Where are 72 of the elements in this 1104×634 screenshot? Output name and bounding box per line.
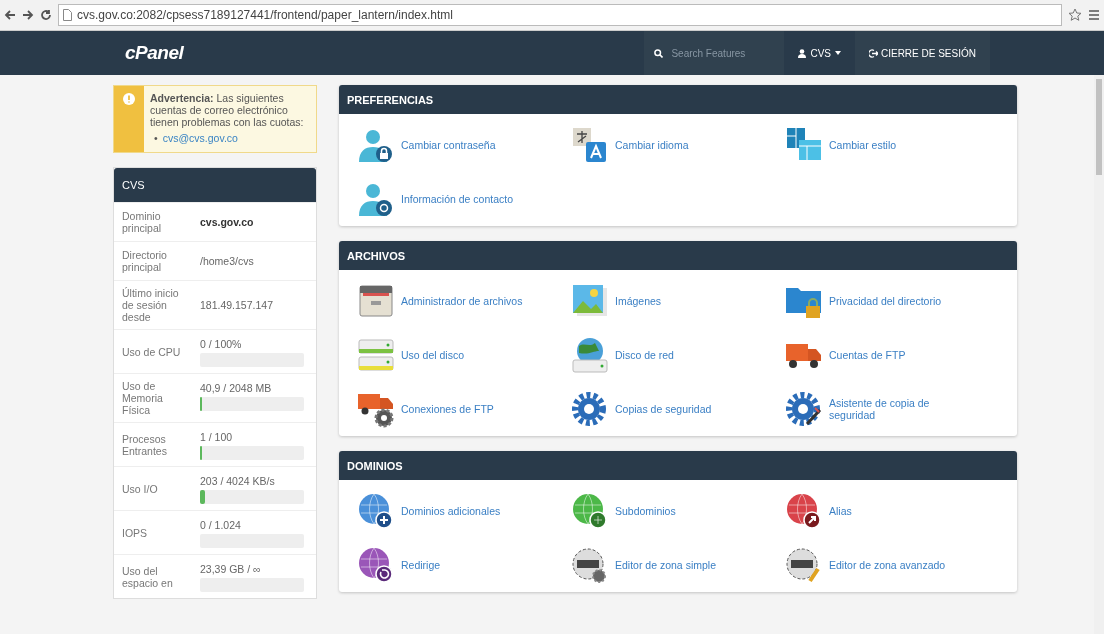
globe-redirect-icon: [357, 546, 395, 584]
stat-value: 23,39 GB / ∞: [200, 563, 262, 575]
forward-icon[interactable]: [22, 9, 34, 21]
stat-value: 1 / 100: [200, 431, 234, 443]
stat-value: cvs.gov.co: [200, 216, 255, 228]
disks-icon: [357, 336, 395, 374]
feature-link[interactable]: Privacidad del directorio: [785, 282, 999, 320]
scrollbar[interactable]: [1094, 75, 1104, 634]
feature-link[interactable]: Cambiar estilo: [785, 126, 999, 164]
stat-label: Uso del espacio en: [122, 564, 174, 589]
feature-link[interactable]: Asistente de copia de seguridad: [785, 390, 999, 428]
star-icon[interactable]: [1068, 8, 1082, 22]
feature-link[interactable]: Imágenes: [571, 282, 785, 320]
backup-wizard-icon: [785, 390, 823, 428]
stat-label: Último inicio de sesión desde: [122, 287, 180, 323]
email-link[interactable]: cvs@cvs.gov.co: [162, 132, 238, 144]
back-icon[interactable]: [4, 9, 16, 21]
globe-plus-icon: [357, 492, 395, 530]
feature-link[interactable]: Editor de zona avanzado: [785, 546, 999, 584]
net-disk-icon: [571, 336, 609, 374]
stat-label: Uso I/O: [122, 482, 159, 495]
feature-link[interactable]: Cambiar idioma: [571, 126, 785, 164]
stat-value: 0 / 1.024: [200, 519, 242, 531]
feature-link[interactable]: Administrador de archivos: [357, 282, 571, 320]
feature-link[interactable]: Editor de zona simple: [571, 546, 785, 584]
section-title: PREFERENCIAS: [347, 93, 434, 106]
reload-icon[interactable]: [40, 9, 52, 21]
feature-link[interactable]: Uso del disco: [357, 336, 571, 374]
language-icon: [571, 126, 609, 164]
cpanel-logo[interactable]: cPanel: [125, 42, 645, 64]
stat-label: Directorio principal: [122, 249, 168, 273]
section-title: ARCHIVOS: [347, 249, 406, 262]
cabinet-icon: [357, 282, 395, 320]
address-bar[interactable]: cvs.gov.co:2082/cpsess7189127441/frontend/paper_lantern/index.html: [58, 4, 1062, 26]
user-icon: [798, 48, 807, 58]
feature-link[interactable]: Disco de red: [571, 336, 785, 374]
feature-link[interactable]: Redirige: [357, 546, 571, 584]
feature-link[interactable]: Subdominios: [571, 492, 785, 530]
stat-label: IOPS: [122, 526, 149, 539]
user-menu[interactable]: CVS: [784, 47, 855, 59]
bullet: •: [154, 132, 158, 144]
stat-label: Dominio principal: [122, 210, 163, 234]
feature-link[interactable]: Alias: [785, 492, 999, 530]
feature-link[interactable]: Conexiones de FTP: [357, 390, 571, 428]
stat-value: 40,9 / 2048 MB: [200, 382, 273, 394]
caret-icon: [834, 51, 841, 55]
stat-value: /home3/cvs: [200, 255, 255, 267]
stat-label: Uso de CPU: [122, 345, 182, 358]
panel-title: CVS: [122, 179, 145, 191]
feature-link[interactable]: Copias de seguridad: [571, 390, 785, 428]
section-title: DOMINIOS: [347, 459, 403, 472]
logout-button[interactable]: CIERRE DE SESIÓN: [854, 31, 990, 75]
stat-value: 181.49.157.147: [200, 299, 274, 311]
search-icon: [654, 48, 664, 58]
feature-link[interactable]: Dominios adicionales: [357, 492, 571, 530]
stat-value: 203 / 4024 KB/s: [200, 475, 276, 487]
exclamation-icon: [123, 93, 135, 105]
logout-icon: [868, 48, 878, 58]
globe-alias-icon: [785, 492, 823, 530]
stat-label: Uso de Memoria Física: [122, 380, 164, 416]
globe-sub-icon: [571, 492, 609, 530]
url-text: cvs.gov.co:2082/cpsess7189127441/frontend/paper_lantern/index.html: [77, 8, 454, 22]
feature-link[interactable]: Cuentas de FTP: [785, 336, 999, 374]
backup-icon: [571, 390, 609, 428]
search-field[interactable]: Search Features: [669, 46, 764, 60]
warning-text: Advertencia: Las siguientes cuentas de correo electrónico tienen problemas con las cuotas:: [150, 92, 305, 128]
page-icon: [63, 9, 72, 21]
menu-icon[interactable]: [1088, 9, 1100, 21]
stat-label: Procesos Entrantes: [122, 432, 168, 457]
stat-value: 0 / 100%: [200, 338, 243, 350]
feature-link[interactable]: Información de contacto: [357, 180, 571, 218]
feature-link[interactable]: Cambiar contraseña: [357, 126, 571, 164]
